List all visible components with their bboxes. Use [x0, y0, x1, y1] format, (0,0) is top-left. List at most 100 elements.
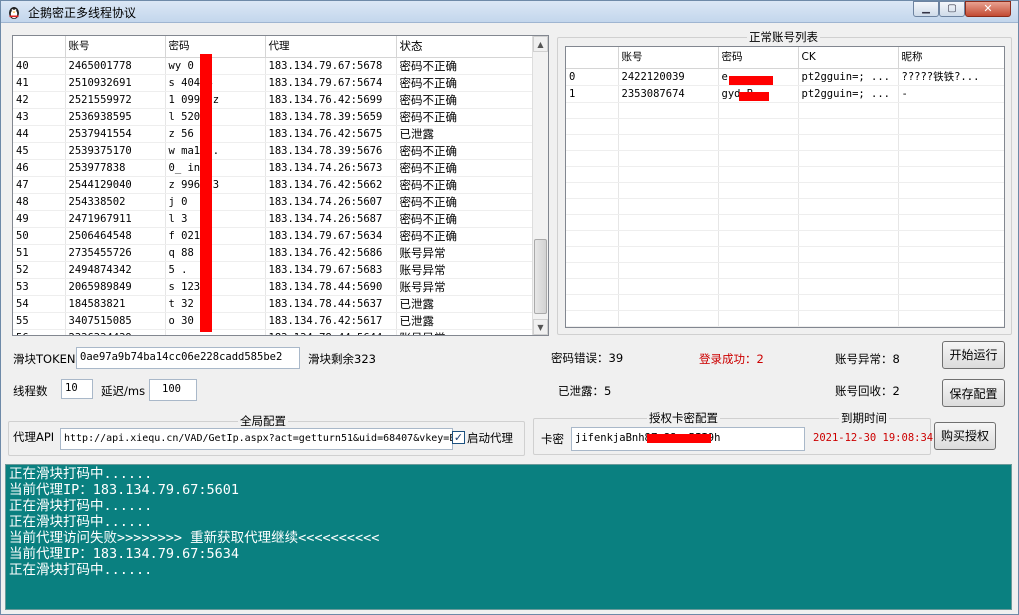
account-cell: 2735455726 — [65, 244, 166, 262]
empty-cell — [718, 230, 799, 247]
empty-cell — [618, 310, 719, 327]
row-index: 46 — [13, 159, 66, 177]
minimize-button[interactable]: ▁ — [913, 1, 939, 17]
status-cell: 密码不正确 — [396, 108, 533, 126]
close-button[interactable]: ✕ — [965, 1, 1011, 17]
normal-col-header-account[interactable]: 账号 — [618, 47, 719, 69]
table-row[interactable]: 54 184583821 t 32 183.134.78.44:5637 已泄露 — [13, 295, 533, 313]
table-row[interactable]: 41 2510932691 s 40424 183.134.79.67:5674 密码不… — [13, 74, 533, 92]
account-cell: 2336334439 — [65, 329, 166, 335]
table-row[interactable]: 48 254338502 j 0 183.134.74.26:5607 密码不正确 — [13, 193, 533, 211]
empty-cell — [798, 230, 899, 247]
normal-password-redaction-2 — [739, 92, 769, 101]
title-bar: 企鹅密正多线程协议 ▁ ▢ ✕ — [1, 1, 1018, 23]
table-row[interactable]: 562336334439z183.134.78.44:5644账号异常 — [13, 329, 533, 335]
stat-password-error: 密码错误：39 — [551, 351, 624, 365]
table-row[interactable]: 45 2539375170 w ma1... 183.134.78.39:5676 密码… — [13, 142, 533, 160]
col-header-index[interactable] — [13, 36, 66, 58]
account-cell: 253977838 — [65, 159, 166, 177]
empty-cell — [898, 182, 1004, 199]
empty-cell — [798, 294, 899, 311]
col-header-password[interactable]: 密码 — [165, 36, 266, 58]
maximize-button[interactable]: ▢ — [939, 1, 965, 17]
log-line: 正在滑块打码中...... — [9, 498, 153, 514]
col-header-proxy[interactable]: 代理 — [265, 36, 397, 58]
table-row[interactable]: 55 3407515085 o 30 183.134.76.42:5617 已泄露 — [13, 312, 533, 330]
row-index: 42 — [13, 91, 66, 109]
proxy-cell: 183.134.76.42:5675 — [265, 125, 397, 143]
stat-leaked: 已泄露：5 — [558, 384, 612, 398]
empty-cell — [718, 150, 799, 167]
row-index: 44 — [13, 125, 66, 143]
password-cell: w ma1... — [165, 142, 266, 160]
card-key-label: 卡密 — [541, 432, 564, 446]
scroll-thumb[interactable] — [534, 239, 547, 314]
row-index: 40 — [13, 57, 66, 75]
proxy-api-input[interactable]: http://api.xiequ.cn/VAD/GetIp.aspx?act=g… — [60, 428, 453, 450]
empty-cell — [798, 118, 899, 135]
account-table-panel[interactable]: 账号 密码 代理 状态 40 2465001778 wy 0 183.134.79.6… — [12, 35, 549, 336]
account-table-scrollbar[interactable]: ▲ ▼ — [532, 36, 548, 335]
proxy-cell: 183.134.78.39:5659 — [265, 108, 397, 126]
normal-account-table-panel[interactable]: 账号 密码 CK 昵称 0 2422120039 e pt2gguin=; ...?… — [565, 46, 1005, 328]
start-button[interactable]: 开始运行 — [942, 341, 1005, 369]
scroll-up-arrow-icon[interactable]: ▲ — [533, 36, 548, 52]
table-row[interactable]: 52 2494874342 5 . 183.134.79.67:5683 账号异常 — [13, 261, 533, 279]
empty-cell — [566, 102, 619, 119]
table-row[interactable]: 42 2521559972 1 0997dz 183.134.76.42:5699 密码… — [13, 91, 533, 109]
log-output[interactable]: 正在滑块打码中...... 当前代理IP：183.134.79.67:5601 正在… — [5, 464, 1012, 610]
col-header-status[interactable]: 状态 — [396, 36, 533, 58]
ck-cell: pt2gguin=; ... — [798, 85, 899, 103]
buy-license-button[interactable]: 购买授权 — [934, 422, 996, 450]
empty-row — [566, 310, 1004, 327]
row-index: 49 — [13, 210, 66, 228]
col-header-account[interactable]: 账号 — [65, 36, 166, 58]
table-row[interactable]: 40 2465001778 wy 0 183.134.79.67:5678 密码不正确 — [13, 57, 533, 75]
table-row[interactable]: 43 2536938595 l 520 183.134.78.39:5659 密码不正确 — [13, 108, 533, 126]
auth-card-title: 授权卡密配置 — [647, 410, 720, 426]
password-cell: 0_ ini! — [165, 159, 266, 177]
row-index: 41 — [13, 74, 66, 92]
password-cell: j 0 — [165, 193, 266, 211]
normal-col-header-ck[interactable]: CK — [798, 47, 899, 69]
account-table[interactable]: 账号 密码 代理 状态 40 2465001778 wy 0 183.134.79.6… — [13, 36, 533, 335]
table-row[interactable]: 49 2471967911 l 3 183.134.74.26:5687 密码不正确 — [13, 210, 533, 228]
empty-row — [566, 262, 1004, 279]
scroll-down-arrow-icon[interactable]: ▼ — [533, 319, 548, 335]
empty-cell — [618, 102, 719, 119]
normal-col-header-password[interactable]: 密码 — [718, 47, 799, 69]
proxy-cell: 183.134.79.67:5634 — [265, 227, 397, 245]
slider-token-label: 滑块TOKEN — [13, 352, 76, 366]
empty-cell — [898, 278, 1004, 295]
table-row[interactable]: 51 2735455726 q 88 183.134.76.42:5686 账号异常 — [13, 244, 533, 262]
password-cell: t 32 — [165, 295, 266, 313]
account-cell: 2465001778 — [65, 57, 166, 75]
thread-count-input[interactable]: 10 — [61, 379, 93, 399]
window-title: 企鹅密正多线程协议 — [28, 6, 137, 20]
table-row[interactable]: 53 2065989849 s 123 183.134.78.44:5690 账号异常 — [13, 278, 533, 296]
table-row[interactable]: 47 2544129040 z 996103 183.134.76.42:5662 密码… — [13, 176, 533, 194]
status-cell: 密码不正确 — [396, 193, 533, 211]
empty-cell — [898, 262, 1004, 279]
enable-proxy-checkbox[interactable]: ✓ — [452, 431, 465, 444]
empty-row — [566, 294, 1004, 311]
empty-cell — [898, 230, 1004, 247]
status-cell: 账号异常 — [396, 244, 533, 262]
normal-col-header-nickname[interactable]: 昵称 — [898, 47, 1004, 69]
slider-token-input[interactable]: 0ae97a9b74ba14cc06e228cadd585be2 — [76, 347, 300, 369]
normal-table-row[interactable]: 0 2422120039 e pt2gguin=; ... ?????铁铁?... — [566, 68, 1004, 86]
log-line: 当前代理IP：183.134.79.67:5634 — [9, 546, 240, 562]
delay-input[interactable]: 100 — [149, 379, 197, 401]
normal-table-row[interactable]: 1 2353087674 gyd Bpt2gguin=; ... - — [566, 85, 1004, 103]
status-cell: 密码不正确 — [396, 142, 533, 160]
table-row[interactable]: 44 2537941554 z 56 183.134.76.42:5675 已泄露 — [13, 125, 533, 143]
normal-col-header-index[interactable] — [566, 47, 619, 69]
empty-cell — [566, 262, 619, 279]
normal-account-table[interactable]: 账号 密码 CK 昵称 0 2422120039 e pt2gguin=; ...?… — [566, 47, 1004, 327]
nickname-cell: - — [898, 85, 1004, 103]
account-cell: 2506464548 — [65, 227, 166, 245]
table-row[interactable]: 50 2506464548 f 0212 183.134.79.67:5634 密码不正… — [13, 227, 533, 245]
enable-proxy-label[interactable]: 启动代理 — [467, 430, 513, 446]
save-config-button[interactable]: 保存配置 — [942, 379, 1005, 407]
table-row[interactable]: 46 253977838 0_ ini! 183.134.74.26:5673 密码不正… — [13, 159, 533, 177]
